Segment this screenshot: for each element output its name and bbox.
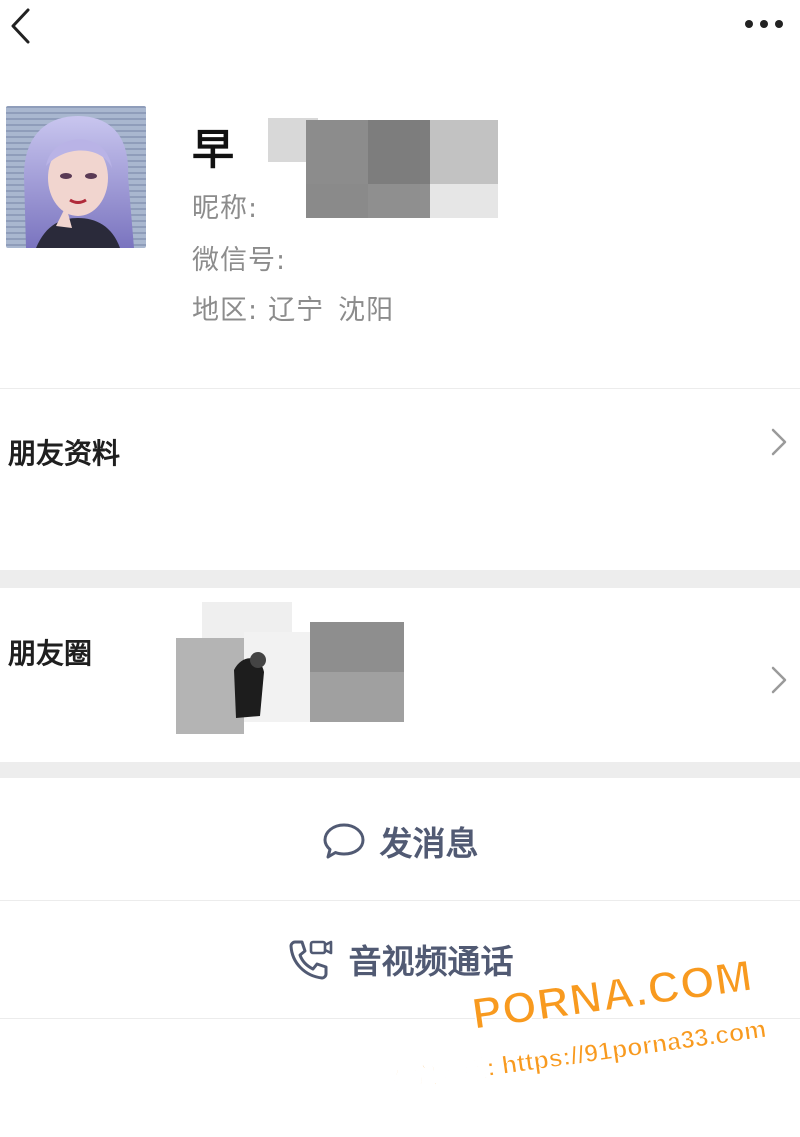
moments-thumbnail[interactable]	[176, 598, 406, 742]
chevron-left-icon	[11, 8, 30, 44]
avatar[interactable]	[6, 106, 146, 248]
phone-video-icon	[289, 940, 332, 980]
divider	[0, 388, 800, 389]
contact-name: 早	[192, 125, 235, 174]
friend-info-row[interactable]: 朋友资料	[0, 392, 800, 568]
back-button[interactable]	[6, 6, 36, 46]
send-message-label: 发消息	[379, 824, 479, 863]
chevron-right-icon	[771, 428, 787, 456]
send-message-button[interactable]: 发消息	[0, 786, 800, 896]
region-city: 沈阳	[338, 295, 395, 326]
region-province: 辽宁	[268, 295, 325, 326]
more-button[interactable]	[742, 14, 786, 34]
divider	[0, 900, 800, 901]
chat-bubble-icon	[323, 823, 364, 859]
chevron-right-icon	[771, 666, 787, 694]
region-label: 地区:	[192, 295, 259, 326]
more-horizontal-icon	[745, 20, 783, 28]
divider	[0, 1018, 800, 1019]
region-line: 地区: 辽宁 沈阳	[192, 288, 394, 327]
top-bar	[0, 0, 800, 64]
audio-video-call-label: 音视频通话	[348, 942, 514, 981]
section-separator	[0, 762, 800, 778]
wechat-id-line: 微信号:	[192, 238, 286, 277]
section-separator	[0, 570, 800, 588]
avatar-image	[6, 106, 146, 248]
wechat-id-label: 微信号:	[192, 245, 287, 276]
blurred-name-region	[258, 98, 502, 226]
moments-label: 朋友圈	[8, 637, 93, 670]
nickname-line: 昵称:	[192, 186, 258, 225]
nickname-label: 昵称:	[192, 193, 259, 224]
contact-profile-page: 早 昵称: 微信号: 地区: 辽宁 沈阳 朋友资料 朋友圈 发消息 音视频通话 …	[0, 0, 800, 1137]
friend-info-label: 朋友资料	[8, 437, 121, 470]
